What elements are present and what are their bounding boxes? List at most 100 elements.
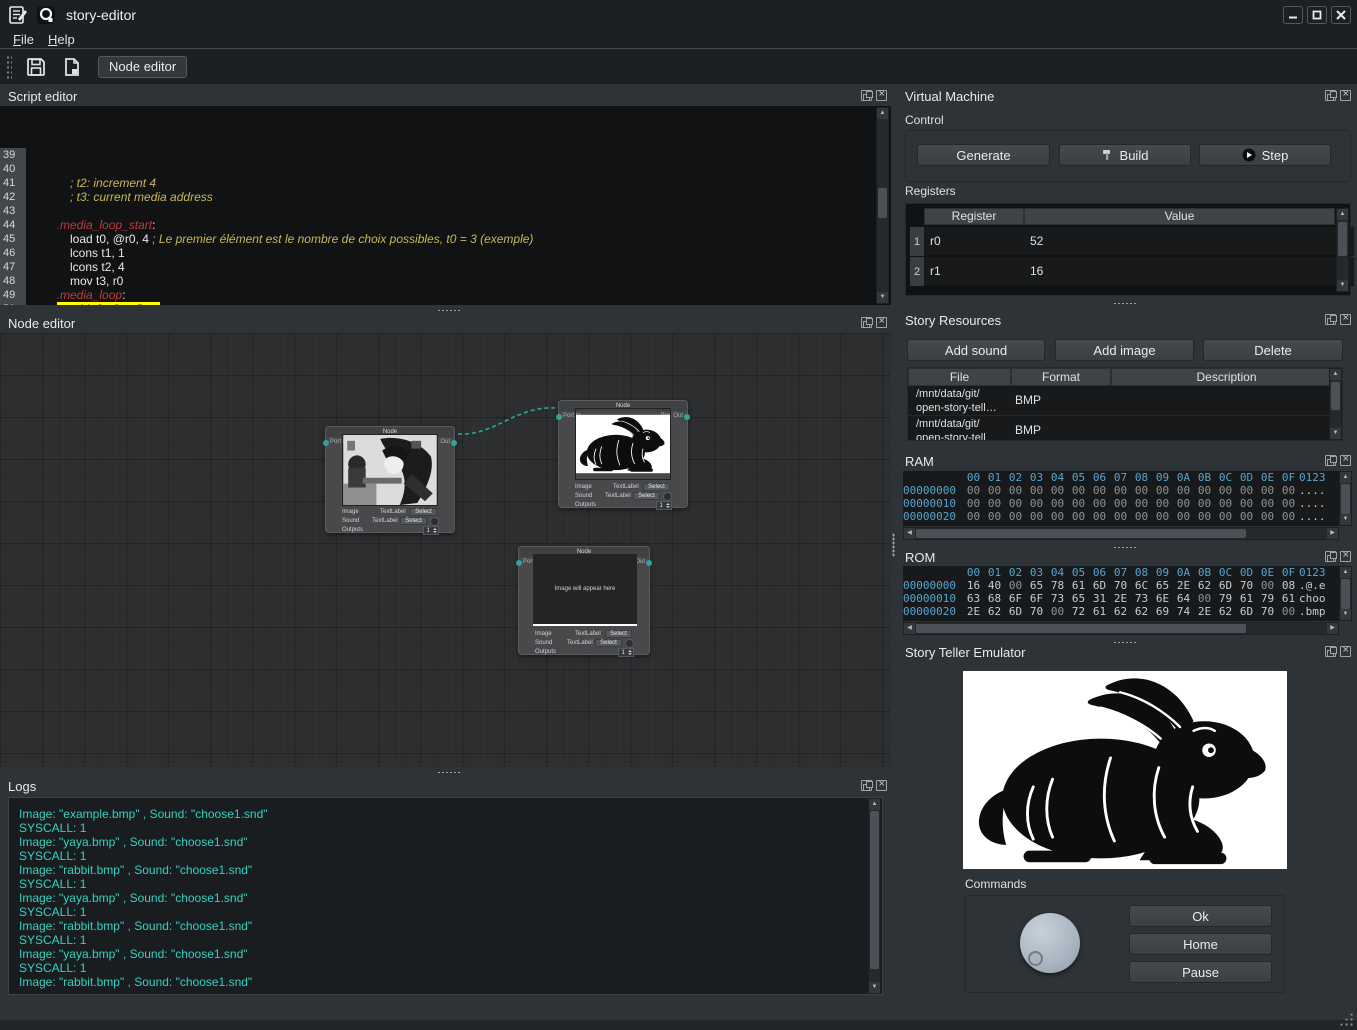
byte-cell[interactable]: 73 (1131, 592, 1152, 605)
scroll-thumb[interactable] (1341, 484, 1350, 514)
scroll-thumb[interactable] (878, 188, 887, 218)
byte-cell[interactable]: 00 (1152, 484, 1173, 497)
byte-cell[interactable]: 00 (1068, 497, 1089, 510)
byte-cell[interactable]: 00 (1110, 484, 1131, 497)
float-panel-icon[interactable] (1325, 646, 1336, 657)
byte-cell[interactable]: 6E (1152, 592, 1173, 605)
byte-cell[interactable]: 61 (1089, 605, 1110, 618)
delete-button[interactable]: Delete (1203, 339, 1343, 361)
menu-help[interactable]: Help (48, 32, 75, 47)
byte-cell[interactable]: 00 (963, 510, 984, 523)
close-button[interactable] (1331, 6, 1351, 24)
byte-cell[interactable]: 00 (1047, 484, 1068, 497)
byte-cell[interactable]: 00 (1257, 484, 1278, 497)
byte-cell[interactable]: 65 (1026, 579, 1047, 592)
port-out-dot[interactable] (646, 560, 652, 566)
splitter-handle[interactable] (437, 771, 461, 774)
byte-cell[interactable]: 70 (1110, 579, 1131, 592)
scroll-thumb[interactable] (916, 624, 1246, 633)
script-code-editor[interactable]: 39 ; t2: increment 4 40 ; t3: current me… (0, 106, 891, 305)
byte-cell[interactable]: 69 (1152, 605, 1173, 618)
byte-cell[interactable]: 00 (1257, 497, 1278, 510)
byte-cell[interactable]: 00 (963, 484, 984, 497)
image-select-button[interactable]: Select (643, 483, 670, 491)
byte-cell[interactable]: 00 (1215, 510, 1236, 523)
register-row[interactable]: 2 r1 16 (910, 257, 1354, 286)
byte-cell[interactable]: 00 (1047, 510, 1068, 523)
byte-cell[interactable]: 00 (1089, 510, 1110, 523)
byte-cell[interactable]: 00 (1278, 605, 1299, 618)
save-button[interactable] (24, 55, 48, 79)
home-button[interactable]: Home (1129, 933, 1272, 955)
port-in-dot[interactable] (323, 440, 329, 446)
spin-arrows-icon[interactable] (665, 502, 671, 509)
byte-cell[interactable]: 79 (1257, 592, 1278, 605)
ram-hex-view[interactable]: 000102030405060708090A0B0C0D0E0F 0123456… (903, 471, 1339, 526)
byte-cell[interactable]: 00 (1152, 510, 1173, 523)
window-resize-grip[interactable] (1339, 1012, 1353, 1026)
scroll-down-arrow[interactable] (1340, 514, 1351, 525)
byte-cell[interactable]: 62 (1110, 605, 1131, 618)
close-panel-icon[interactable] (876, 317, 887, 328)
format-column-header[interactable]: Format (1011, 368, 1111, 386)
port-out-dot[interactable] (451, 440, 457, 446)
byte-cell[interactable]: 00 (1068, 510, 1089, 523)
close-panel-icon[interactable] (1340, 551, 1351, 562)
byte-cell[interactable]: 70 (1026, 605, 1047, 618)
port-out-dot[interactable] (684, 414, 690, 420)
byte-cell[interactable]: 6D (1215, 579, 1236, 592)
scroll-thumb[interactable] (1331, 382, 1340, 410)
byte-cell[interactable]: 00 (984, 497, 1005, 510)
byte-cell[interactable]: 61 (1278, 592, 1299, 605)
byte-cell[interactable]: 00 (963, 497, 984, 510)
byte-cell[interactable]: 00 (1173, 497, 1194, 510)
image-select-button[interactable]: Select (605, 630, 632, 638)
byte-cell[interactable]: 00 (984, 510, 1005, 523)
float-panel-icon[interactable] (1325, 455, 1336, 466)
byte-cell[interactable]: 00 (1236, 510, 1257, 523)
byte-cell[interactable]: 00 (1026, 497, 1047, 510)
rom-hex-view[interactable]: 000102030405060708090A0B0C0D0E0F 0123456… (903, 566, 1339, 621)
ram-hscrollbar[interactable] (903, 527, 1339, 540)
byte-cell[interactable]: 00 (1173, 510, 1194, 523)
maximize-button[interactable] (1307, 6, 1327, 24)
sound-select-button[interactable]: Select (400, 517, 427, 525)
registers-vscrollbar[interactable] (1336, 208, 1349, 292)
close-panel-icon[interactable] (1340, 646, 1351, 657)
ram-vscrollbar[interactable] (1339, 471, 1352, 526)
byte-cell[interactable]: 00 (1068, 484, 1089, 497)
byte-cell[interactable]: 2E (1173, 579, 1194, 592)
rom-hscrollbar[interactable] (903, 622, 1339, 635)
spin-arrows-icon[interactable] (627, 649, 633, 656)
byte-cell[interactable]: 00 (1047, 605, 1068, 618)
byte-cell[interactable]: 2E (963, 605, 984, 618)
byte-cell[interactable]: 6D (1236, 605, 1257, 618)
byte-cell[interactable]: 00 (1005, 497, 1026, 510)
media-node-manga[interactable]: Node Port In Port Out Image TextLabel Se… (325, 426, 455, 533)
byte-cell[interactable]: 70 (1257, 605, 1278, 618)
register-column-header[interactable]: Register (924, 208, 1024, 225)
byte-cell[interactable]: 6F (1005, 592, 1026, 605)
splitter-handle[interactable] (437, 309, 461, 312)
scroll-thumb[interactable] (1341, 579, 1350, 609)
rotary-knob[interactable] (1020, 913, 1080, 973)
byte-cell[interactable]: 08 (1278, 579, 1299, 592)
byte-cell[interactable]: 63 (963, 592, 984, 605)
byte-cell[interactable]: 61 (1068, 579, 1089, 592)
byte-cell[interactable]: 6D (1089, 579, 1110, 592)
byte-cell[interactable]: 65 (1068, 592, 1089, 605)
scroll-down-arrow[interactable] (1337, 280, 1348, 291)
description-column-header[interactable]: Description (1111, 368, 1342, 386)
scroll-right-arrow[interactable] (1327, 623, 1338, 634)
byte-cell[interactable]: 00 (1131, 510, 1152, 523)
close-panel-icon[interactable] (1340, 90, 1351, 101)
byte-cell[interactable]: 62 (984, 605, 1005, 618)
export-file-button[interactable] (60, 55, 84, 79)
byte-cell[interactable]: 65 (1152, 579, 1173, 592)
sound-select-button[interactable]: Select (633, 492, 660, 500)
media-node-empty[interactable]: Node Port In Port Out Image will appear … (518, 546, 650, 655)
value-column-header[interactable]: Value (1024, 208, 1335, 225)
byte-cell[interactable]: 62 (1215, 605, 1236, 618)
titlebar[interactable]: story-editor (0, 0, 1357, 30)
byte-cell[interactable]: 72 (1068, 605, 1089, 618)
